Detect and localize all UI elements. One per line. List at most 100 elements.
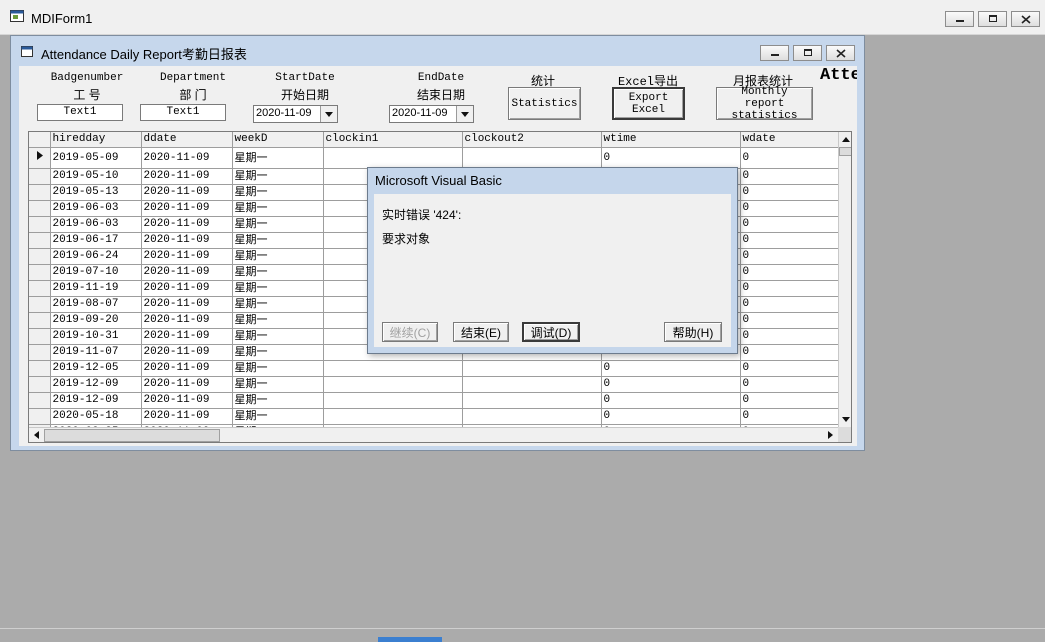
row-selector[interactable] — [29, 312, 51, 329]
row-selector[interactable] — [29, 392, 51, 409]
mdi-close-button[interactable] — [1011, 11, 1040, 27]
grid-cell-wdate[interactable]: 0 — [740, 344, 841, 361]
grid-cell-weekD[interactable]: 星期一 — [232, 147, 324, 169]
grid-cell-ddate[interactable]: 2020-11-09 — [141, 312, 233, 329]
form-close-button[interactable] — [826, 45, 855, 61]
grid-cell-wdate[interactable]: 0 — [740, 216, 841, 233]
badge-input[interactable]: Text1 — [37, 104, 123, 121]
mdi-restore-button[interactable] — [978, 11, 1007, 27]
grid-cell-weekD[interactable]: 星期一 — [232, 312, 324, 329]
continue-button[interactable]: 继续(C) — [382, 322, 438, 342]
grid-cell-ddate[interactable]: 2020-11-09 — [141, 360, 233, 377]
export-excel-button[interactable]: Export Excel — [612, 87, 685, 120]
grid-horizontal-scrollbar[interactable] — [29, 427, 838, 442]
department-input[interactable]: Text1 — [140, 104, 226, 121]
vertical-scroll-thumb[interactable] — [839, 147, 851, 156]
grid-cell-wdate[interactable]: 0 — [740, 184, 841, 201]
grid-cell-ddate[interactable]: 2020-11-09 — [141, 344, 233, 361]
grid-cell-wdate[interactable]: 0 — [740, 408, 841, 425]
grid-cell-weekD[interactable]: 星期一 — [232, 280, 324, 297]
mdi-minimize-button[interactable] — [945, 11, 974, 27]
grid-cell-weekD[interactable]: 星期一 — [232, 168, 324, 185]
grid-cell-wdate[interactable]: 0 — [740, 264, 841, 281]
grid-cell-wtime[interactable]: 0 — [601, 360, 741, 377]
grid-cell-wtime[interactable]: 0 — [601, 376, 741, 393]
grid-cell-ddate[interactable]: 2020-11-09 — [141, 408, 233, 425]
grid-cell-clockin1[interactable] — [323, 408, 463, 425]
grid-cell-hiredday[interactable]: 2019-10-31 — [50, 328, 142, 345]
start-date-picker[interactable]: 2020-11-09 — [253, 105, 338, 123]
grid-cell-clockin1[interactable] — [323, 147, 463, 169]
form-minimize-button[interactable] — [760, 45, 789, 61]
grid-cell-hiredday[interactable]: 2019-12-05 — [50, 360, 142, 377]
grid-cell-ddate[interactable]: 2020-11-09 — [141, 216, 233, 233]
row-selector[interactable] — [29, 200, 51, 217]
row-selector[interactable] — [29, 328, 51, 345]
col-header-hiredday[interactable]: hiredday — [50, 132, 142, 148]
row-selector[interactable] — [29, 344, 51, 361]
grid-cell-hiredday[interactable]: 2019-11-19 — [50, 280, 142, 297]
col-header-weekd[interactable]: weekD — [232, 132, 324, 148]
grid-vertical-scrollbar[interactable] — [838, 132, 851, 427]
grid-cell-wtime[interactable]: 0 — [601, 392, 741, 409]
grid-cell-weekD[interactable]: 星期一 — [232, 376, 324, 393]
grid-cell-ddate[interactable]: 2020-11-09 — [141, 296, 233, 313]
grid-cell-hiredday[interactable]: 2020-05-18 — [50, 408, 142, 425]
grid-cell-wtime[interactable]: 0 — [601, 408, 741, 425]
grid-cell-hiredday[interactable]: 2019-06-24 — [50, 248, 142, 265]
grid-cell-hiredday[interactable]: 2019-06-17 — [50, 232, 142, 249]
grid-cell-weekD[interactable]: 星期一 — [232, 232, 324, 249]
grid-cell-clockout2[interactable] — [462, 376, 602, 393]
table-row[interactable]: 2020-05-18 2020-11-09 星期一 0 0 — [29, 408, 841, 425]
grid-cell-clockout2[interactable] — [462, 408, 602, 425]
grid-cell-ddate[interactable]: 2020-11-09 — [141, 184, 233, 201]
row-selector[interactable] — [29, 280, 51, 297]
grid-cell-weekD[interactable]: 星期一 — [232, 216, 324, 233]
grid-cell-wdate[interactable]: 0 — [740, 296, 841, 313]
grid-cell-ddate[interactable]: 2020-11-09 — [141, 147, 233, 169]
col-header-clockin1[interactable]: clockin1 — [323, 132, 463, 148]
scroll-down-icon[interactable] — [839, 412, 851, 426]
row-selector[interactable] — [29, 147, 51, 169]
grid-cell-wdate[interactable]: 0 — [740, 232, 841, 249]
grid-cell-weekD[interactable]: 星期一 — [232, 200, 324, 217]
end-date-picker[interactable]: 2020-11-09 — [389, 105, 474, 123]
grid-cell-wdate[interactable]: 0 — [740, 360, 841, 377]
table-row[interactable]: 2019-05-09 2020-11-09 星期一 0 0 — [29, 147, 841, 169]
grid-cell-wdate[interactable]: 0 — [740, 328, 841, 345]
grid-cell-clockout2[interactable] — [462, 360, 602, 377]
monthly-report-button[interactable]: Monthly report statistics — [716, 86, 813, 122]
grid-cell-wdate[interactable]: 0 — [740, 200, 841, 217]
dropdown-arrow-icon[interactable] — [456, 106, 473, 122]
grid-cell-hiredday[interactable]: 2019-06-03 — [50, 216, 142, 233]
grid-cell-wdate[interactable]: 0 — [740, 147, 841, 169]
table-row[interactable]: 2019-12-09 2020-11-09 星期一 0 0 — [29, 376, 841, 393]
horizontal-scroll-thumb[interactable] — [44, 429, 220, 442]
row-selector[interactable] — [29, 264, 51, 281]
grid-cell-ddate[interactable]: 2020-11-09 — [141, 328, 233, 345]
end-button[interactable]: 结束(E) — [453, 322, 509, 342]
debug-button[interactable]: 调试(D) — [522, 322, 580, 342]
grid-cell-hiredday[interactable]: 2019-05-09 — [50, 147, 142, 169]
grid-cell-hiredday[interactable]: 2019-05-10 — [50, 168, 142, 185]
grid-cell-clockout2[interactable] — [462, 392, 602, 409]
dropdown-arrow-icon[interactable] — [320, 106, 337, 122]
grid-cell-clockin1[interactable] — [323, 360, 463, 377]
grid-cell-hiredday[interactable]: 2019-11-07 — [50, 344, 142, 361]
row-selector[interactable] — [29, 168, 51, 185]
grid-cell-ddate[interactable]: 2020-11-09 — [141, 376, 233, 393]
grid-cell-wdate[interactable]: 0 — [740, 376, 841, 393]
table-row[interactable]: 2019-12-05 2020-11-09 星期一 0 0 — [29, 360, 841, 377]
grid-cell-wdate[interactable]: 0 — [740, 392, 841, 409]
grid-cell-weekD[interactable]: 星期一 — [232, 296, 324, 313]
scroll-up-icon[interactable] — [839, 132, 851, 146]
grid-cell-hiredday[interactable]: 2019-07-10 — [50, 264, 142, 281]
grid-cell-clockout2[interactable] — [462, 147, 602, 169]
grid-cell-hiredday[interactable]: 2019-05-13 — [50, 184, 142, 201]
grid-cell-wdate[interactable]: 0 — [740, 312, 841, 329]
grid-cell-wdate[interactable]: 0 — [740, 168, 841, 185]
grid-cell-wdate[interactable]: 0 — [740, 248, 841, 265]
grid-cell-ddate[interactable]: 2020-11-09 — [141, 168, 233, 185]
col-header-ddate[interactable]: ddate — [141, 132, 233, 148]
help-button[interactable]: 帮助(H) — [664, 322, 722, 342]
